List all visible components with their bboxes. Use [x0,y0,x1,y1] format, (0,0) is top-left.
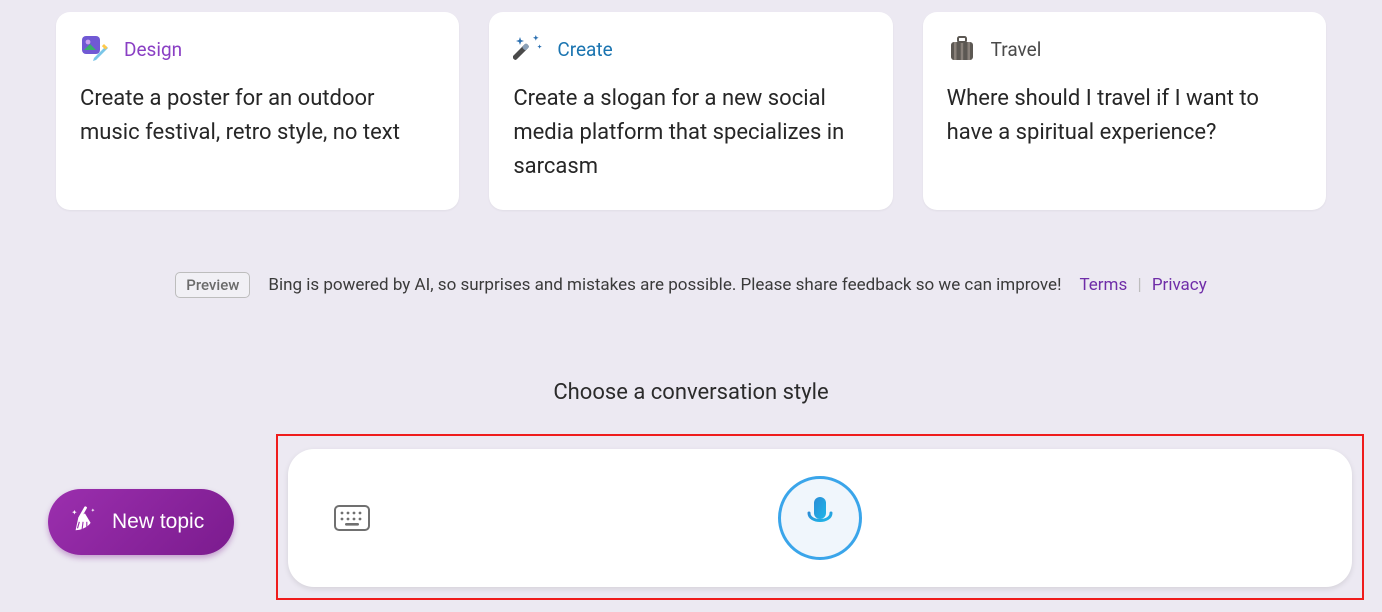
disclaimer-bar: Preview Bing is powered by AI, so surpri… [0,272,1382,298]
card-category-label: Design [124,38,182,61]
terms-link[interactable]: Terms [1079,275,1127,295]
broom-icon [70,505,98,539]
conversation-style-heading: Choose a conversation style [0,380,1382,405]
microphone-icon [802,495,838,541]
card-header: Create [513,34,868,64]
chat-input-bar[interactable] [288,449,1352,587]
design-icon [80,34,110,64]
preview-badge: Preview [175,272,250,298]
microphone-button[interactable] [778,476,862,560]
card-category-label: Travel [991,38,1042,61]
privacy-link[interactable]: Privacy [1152,275,1207,295]
card-prompt-text: Create a slogan for a new social media p… [513,82,868,184]
magic-wand-icon [513,34,543,64]
card-prompt-text: Where should I travel if I want to have … [947,82,1302,150]
card-header: Travel [947,34,1302,64]
suitcase-icon [947,34,977,64]
new-topic-label: New topic [112,510,204,534]
disclaimer-text: Bing is powered by AI, so surprises and … [268,275,1061,295]
suggestion-card-design[interactable]: Design Create a poster for an outdoor mu… [56,12,459,210]
keyboard-icon[interactable] [334,505,370,531]
card-prompt-text: Create a poster for an outdoor music fes… [80,82,435,150]
suggestion-cards-row: Design Create a poster for an outdoor mu… [0,0,1382,210]
card-category-label: Create [557,38,612,61]
suggestion-card-travel[interactable]: Travel Where should I travel if I want t… [923,12,1326,210]
link-separator: | [1137,275,1141,295]
disclaimer-links: Terms | Privacy [1079,275,1206,295]
new-topic-button[interactable]: New topic [48,489,234,555]
card-header: Design [80,34,435,64]
suggestion-card-create[interactable]: Create Create a slogan for a new social … [489,12,892,210]
